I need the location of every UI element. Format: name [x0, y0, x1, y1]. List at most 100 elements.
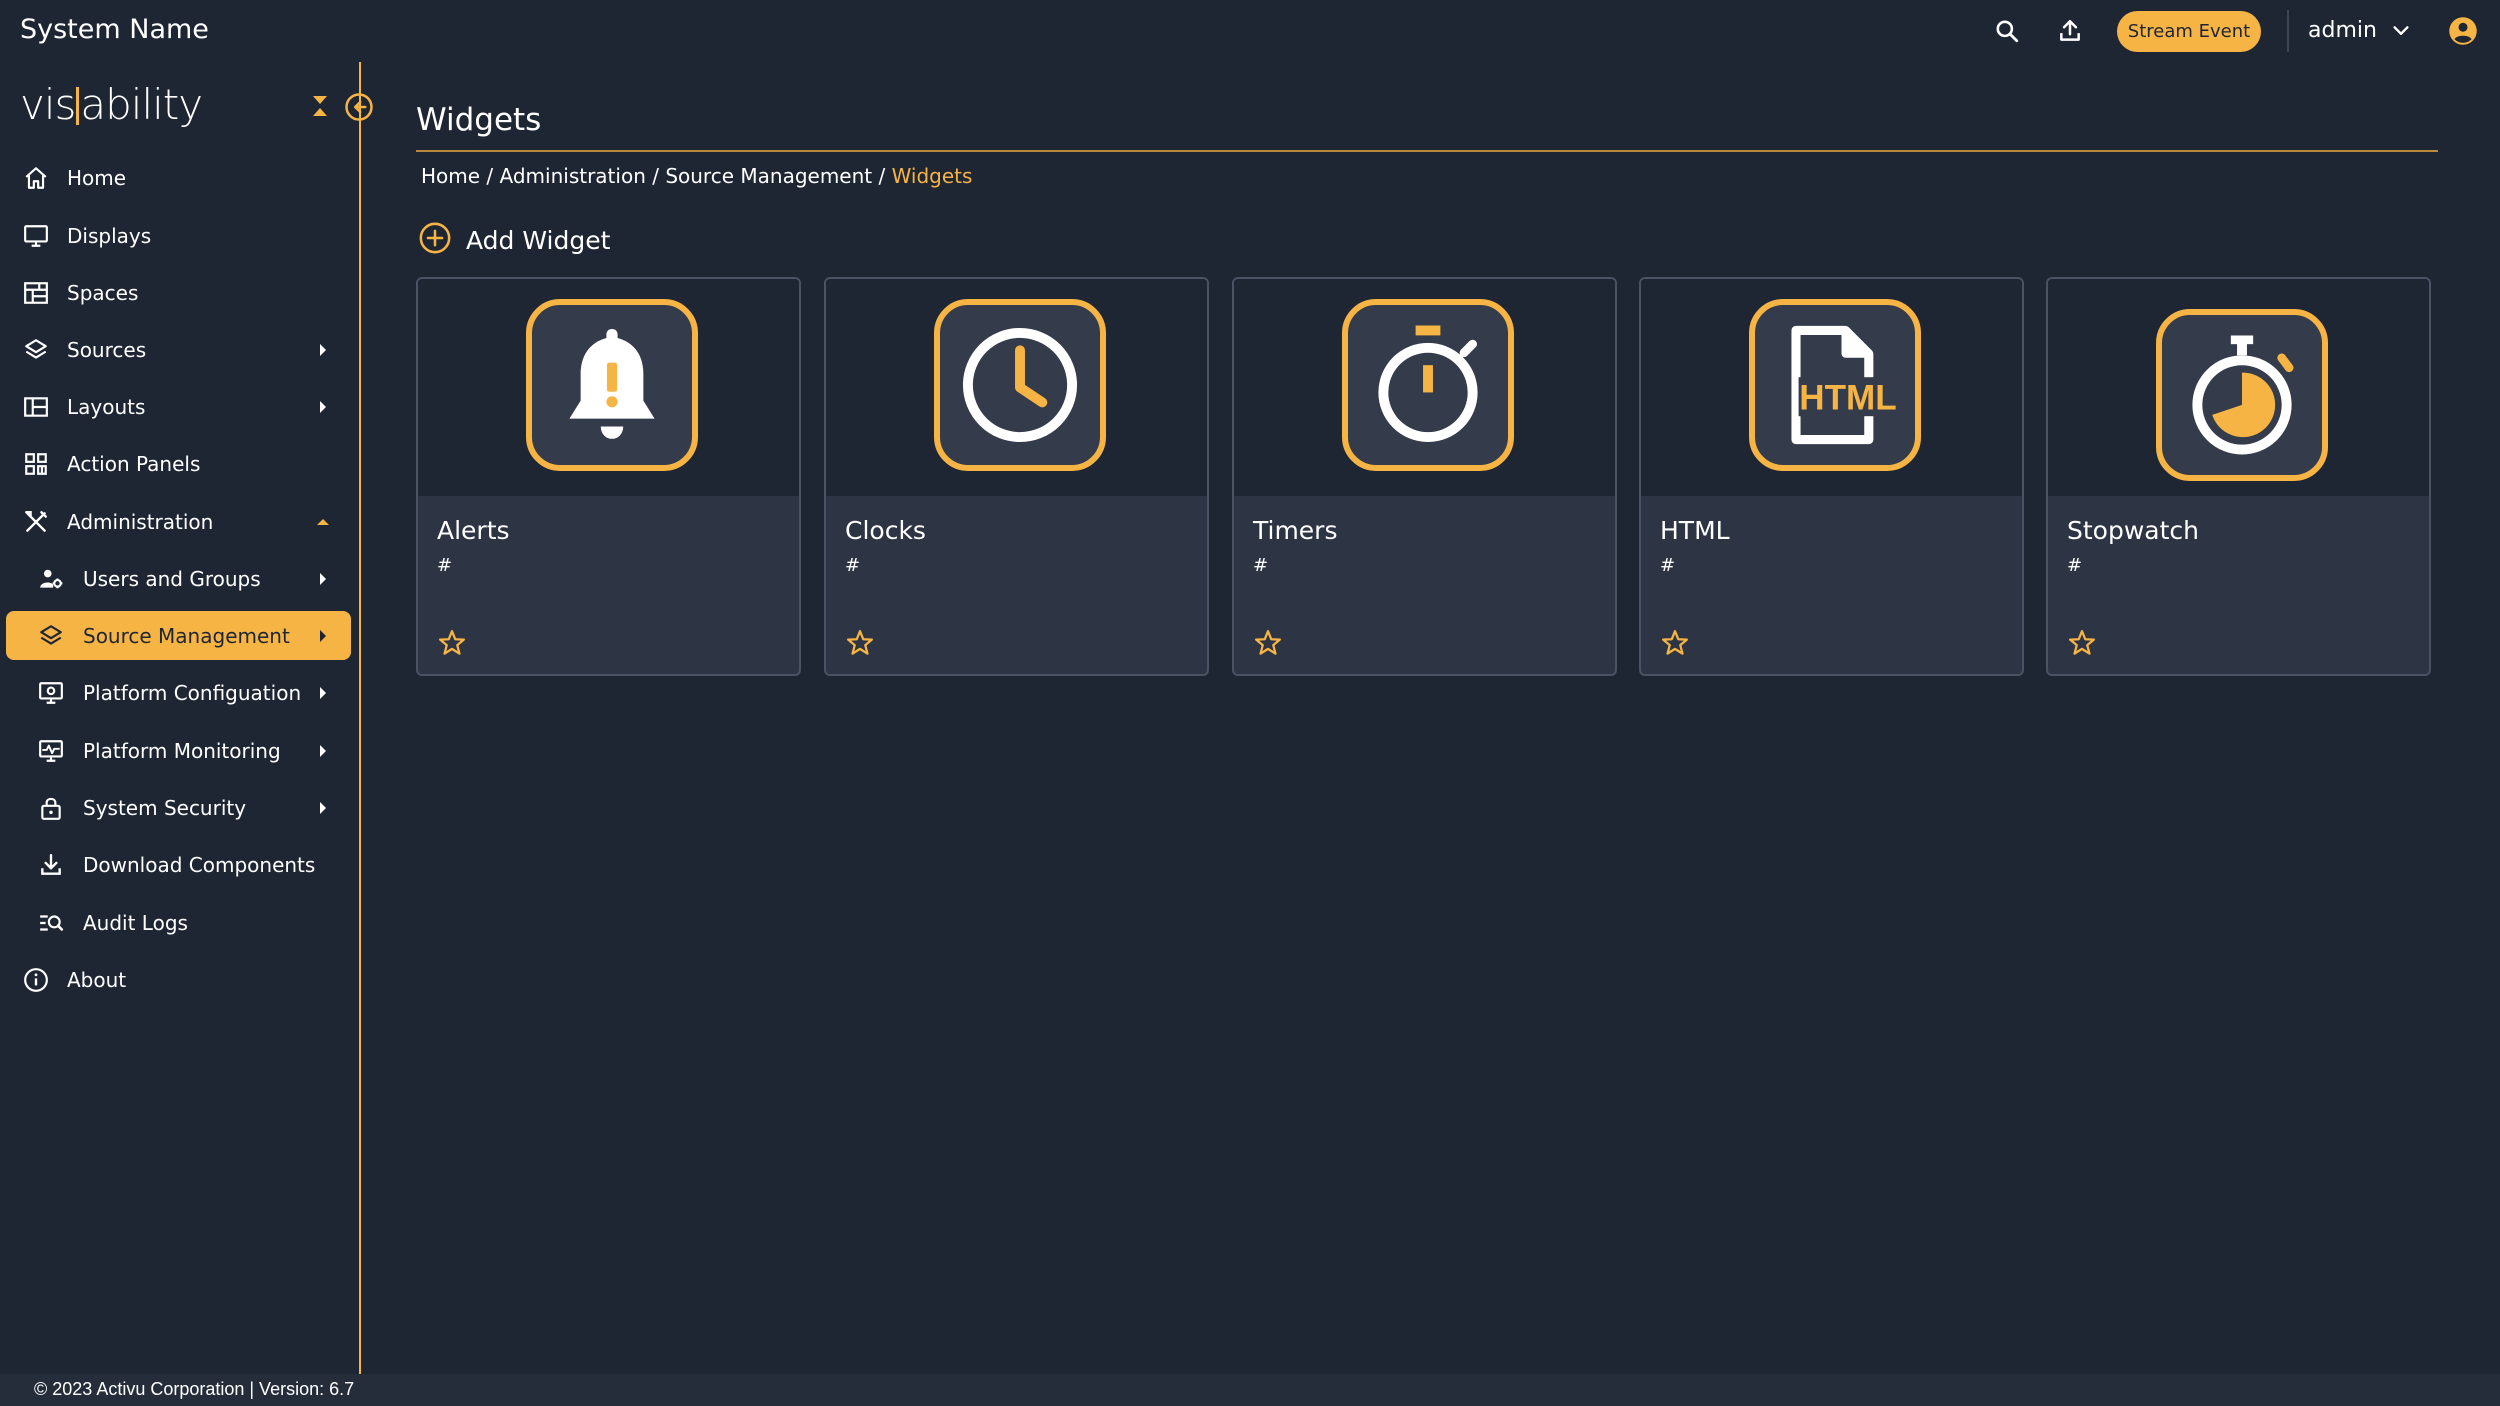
sidebar-item-label: Users and Groups: [83, 566, 261, 591]
widget-sub: #: [1660, 555, 1676, 576]
sidebar-item-label: System Security: [83, 795, 247, 820]
chevron-down-icon[interactable]: [2384, 14, 2418, 48]
card-header: [2048, 279, 2429, 496]
spaces-icon: [22, 279, 50, 307]
star-icon[interactable]: [1660, 628, 1690, 658]
info-icon: [22, 966, 50, 994]
widget-name: Clocks: [845, 516, 926, 545]
header-divider: [2287, 10, 2289, 52]
alert-bell-icon: [526, 299, 698, 471]
widget-sub: #: [2067, 555, 2083, 576]
star-icon[interactable]: [437, 628, 467, 658]
sidebar-item-users-and-groups[interactable]: Users and Groups: [6, 554, 351, 603]
sidebar-item-label: Spaces: [67, 280, 139, 305]
widget-name: Timers: [1253, 516, 1338, 545]
sidebar-item-label: Layouts: [67, 394, 146, 419]
home-icon: [22, 164, 50, 192]
sidebar-item-label: Download Components: [83, 852, 316, 877]
user-name[interactable]: admin: [2308, 18, 2377, 43]
monitor-gear-icon: [37, 679, 65, 707]
widget-card-html[interactable]: HTML HTML #: [1639, 277, 2024, 676]
card-header: HTML: [1641, 279, 2022, 496]
add-widget-button[interactable]: Add Widget: [418, 221, 610, 259]
tools-icon: [22, 508, 50, 536]
sidebar-item-layouts[interactable]: Layouts: [6, 382, 351, 431]
widget-card-clocks[interactable]: Clocks #: [824, 277, 1209, 676]
monitor-icon: [22, 222, 50, 250]
layers-icon: [37, 622, 65, 650]
widget-card-timers[interactable]: Timers #: [1232, 277, 1617, 676]
search-icon[interactable]: [1990, 14, 2024, 48]
sidebar-item-label: Platform Configuation: [83, 680, 302, 705]
add-circle-icon: [418, 221, 452, 259]
card-header: [1234, 279, 1615, 496]
sidebar: visability Home Displays Spaces Sources: [0, 62, 373, 1374]
widget-card-alerts[interactable]: Alerts #: [416, 277, 801, 676]
breadcrumb-administration[interactable]: Administration: [500, 164, 646, 188]
sidebar-item-download-components[interactable]: Download Components: [6, 840, 351, 889]
sidebar-item-sources[interactable]: Sources: [6, 325, 351, 374]
breadcrumb-separator: /: [872, 164, 892, 188]
widget-sub: #: [845, 555, 861, 576]
account-icon[interactable]: [2446, 14, 2480, 48]
star-icon[interactable]: [845, 628, 875, 658]
timer-icon: [1342, 299, 1514, 471]
sidebar-item-home[interactable]: Home: [6, 153, 351, 202]
widget-sub: #: [437, 555, 453, 576]
sidebar-item-audit-logs[interactable]: Audit Logs: [6, 898, 351, 947]
caret-up-icon: [316, 515, 330, 529]
sidebar-item-label: About: [67, 967, 127, 992]
download-icon: [37, 851, 65, 879]
caret-right-icon: [316, 572, 330, 586]
caret-right-icon: [316, 686, 330, 700]
sidebar-item-administration[interactable]: Administration: [6, 497, 351, 546]
top-bar: System Name Stream Event admin: [0, 0, 2500, 62]
card-header: [418, 279, 799, 496]
users-gear-icon: [37, 565, 65, 593]
star-icon[interactable]: [1253, 628, 1283, 658]
breadcrumb-separator: /: [480, 164, 500, 188]
breadcrumb-home[interactable]: Home: [421, 164, 480, 188]
html-icon-text: HTML: [1799, 379, 1896, 418]
upload-icon[interactable]: [2053, 14, 2087, 48]
widget-name: Stopwatch: [2067, 516, 2199, 545]
widget-card-stopwatch[interactable]: Stopwatch #: [2046, 277, 2431, 676]
add-widget-label: Add Widget: [466, 225, 611, 255]
sidebar-item-system-security[interactable]: System Security: [6, 783, 351, 832]
widget-sub: #: [1253, 555, 1269, 576]
widget-name: Alerts: [437, 516, 510, 545]
caret-right-icon: [316, 744, 330, 758]
page-title: Widgets: [416, 102, 542, 138]
sidebar-item-label: Action Panels: [67, 451, 201, 476]
lock-icon: [37, 794, 65, 822]
logo: vis ability: [20, 80, 203, 129]
sidebar-item-label: Administration: [67, 509, 214, 534]
sidebar-item-about[interactable]: About: [6, 955, 351, 1004]
sidebar-item-label: Home: [67, 165, 127, 190]
sidebar-item-displays[interactable]: Displays: [6, 211, 351, 260]
breadcrumb-source-management[interactable]: Source Management: [665, 164, 872, 188]
sidebar-item-label: Platform Monitoring: [83, 738, 281, 763]
monitor-pulse-icon: [37, 737, 65, 765]
sidebar-item-source-management[interactable]: Source Management: [6, 611, 351, 660]
sidebar-item-platform-monitoring[interactable]: Platform Monitoring: [6, 726, 351, 775]
layout-icon: [22, 393, 50, 421]
card-header: [826, 279, 1207, 496]
caret-right-icon: [316, 629, 330, 643]
layers-icon: [22, 336, 50, 364]
clock-icon: [934, 299, 1106, 471]
sidebar-item-spaces[interactable]: Spaces: [6, 268, 351, 317]
caret-right-icon: [316, 343, 330, 357]
breadcrumb: Home / Administration / Source Managemen…: [421, 164, 972, 188]
caret-right-icon: [316, 400, 330, 414]
stopwatch-icon: [2156, 309, 2328, 481]
sidebar-item-platform-configuation[interactable]: Platform Configuation: [6, 668, 351, 717]
footer-copyright: © 2023 Activu Corporation | Version: 6.7: [34, 1379, 355, 1399]
sidebar-item-action-panels[interactable]: Action Panels: [6, 439, 351, 488]
stream-event-button[interactable]: Stream Event: [2117, 11, 2261, 52]
sidebar-item-label: Source Management: [83, 623, 290, 648]
star-icon[interactable]: [2067, 628, 2097, 658]
breadcrumb-separator: /: [645, 164, 666, 188]
audit-search-icon: [37, 909, 65, 937]
collapse-menu-icon[interactable]: [308, 92, 332, 124]
